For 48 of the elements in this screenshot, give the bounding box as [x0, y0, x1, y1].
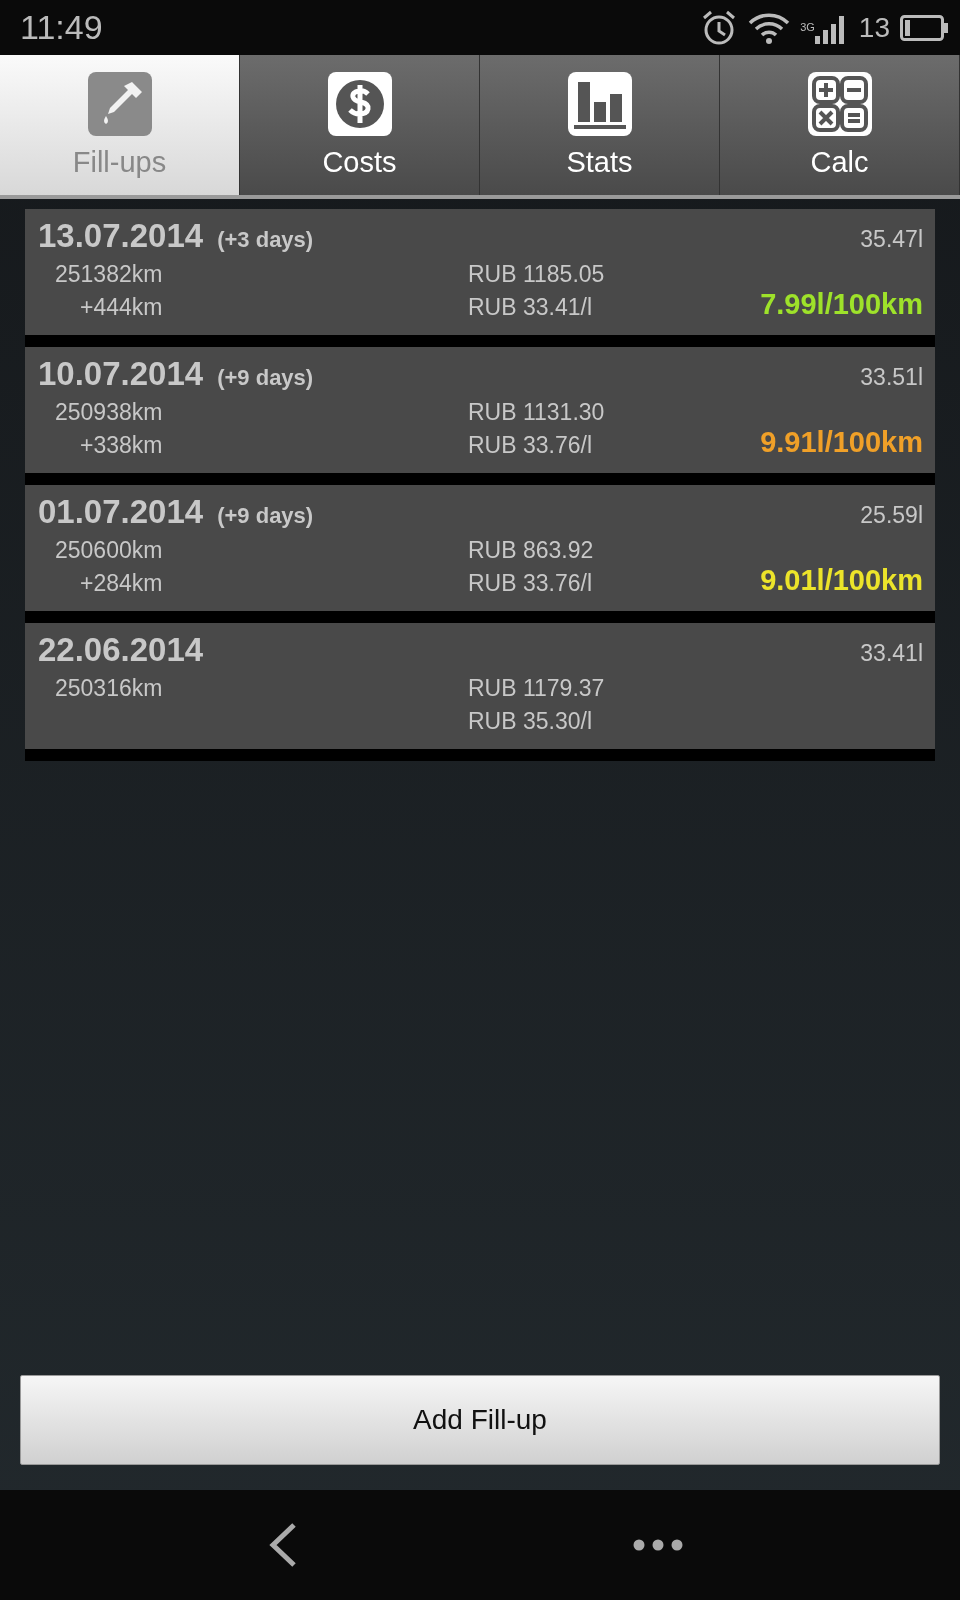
odometer-reading: 250938km	[55, 399, 164, 426]
back-icon[interactable]	[267, 1522, 298, 1568]
fuel-volume: 33.51l	[860, 364, 923, 391]
fill-up-date: 22.06.2014	[38, 631, 204, 669]
fill-up-date: 10.07.2014	[38, 355, 204, 393]
fuel-volume: 25.59l	[860, 502, 923, 529]
tab[interactable]: Calc	[720, 55, 960, 195]
add-fill-up-button[interactable]: Add Fill-up	[20, 1375, 940, 1465]
fill-up-card[interactable]: 01.07.2014 (+9 days) 25.59l 250600km +284km RUB 863.92 RUB 33.76/l 9.01l/100km	[25, 485, 935, 623]
distance-driven: +284km	[79, 570, 164, 597]
fuel-volume: 35.47l	[860, 226, 923, 253]
battery-level: 13	[858, 11, 890, 44]
days-since-last: (+9 days)	[217, 365, 314, 391]
tab[interactable]: Costs	[240, 55, 480, 195]
price-per-liter: RUB 35.30/l	[468, 708, 593, 735]
fill-up-date: 01.07.2014	[38, 493, 204, 531]
odometer-reading: 250316km	[55, 675, 164, 702]
total-cost: RUB 863.92	[468, 537, 594, 564]
fuel-consumption: 7.99l/100km	[760, 288, 923, 321]
odometer-reading: 250600km	[55, 537, 164, 564]
total-cost: RUB 1185.05	[468, 261, 605, 288]
fill-up-card[interactable]: 10.07.2014 (+9 days) 33.51l 250938km +338km RUB 1131.30 RUB 33.76/l 9.91l/100km	[25, 347, 935, 485]
days-since-last: (+3 days)	[217, 227, 314, 253]
dropper-icon	[87, 71, 152, 136]
calculator-icon	[807, 71, 872, 136]
fuel-volume: 33.41l	[860, 640, 923, 667]
odometer-reading: 251382km	[55, 261, 164, 288]
fill-up-card[interactable]: 22.06.2014 33.41l 250316km RUB 1179.37 RUB 35.30/l	[25, 623, 935, 761]
tab[interactable]: Stats	[480, 55, 720, 195]
more-icon[interactable]	[632, 1539, 683, 1551]
clock-time: 11:49	[20, 8, 103, 47]
total-cost: RUB 1179.37	[468, 675, 605, 702]
distance-driven: +338km	[79, 432, 164, 459]
fuel-consumption: 9.91l/100km	[760, 426, 923, 459]
battery-icon	[900, 14, 948, 41]
price-per-liter: RUB 33.76/l	[468, 570, 593, 597]
fill-up-date: 13.07.2014	[38, 217, 204, 255]
distance-driven: +444km	[79, 294, 164, 321]
dollar-icon	[327, 71, 392, 136]
total-cost: RUB 1131.30	[468, 399, 605, 426]
fill-up-card[interactable]: 13.07.2014 (+3 days) 35.47l 251382km +444km RUB 1185.05 RUB 33.41/l 7.99l/100km	[25, 209, 935, 347]
fuel-consumption: 9.01l/100km	[760, 564, 923, 597]
days-since-last: (+9 days)	[217, 503, 314, 529]
bar-chart-icon	[567, 71, 632, 136]
network-type: 3G	[800, 20, 815, 33]
wifi-icon	[748, 10, 791, 45]
price-per-liter: RUB 33.41/l	[468, 294, 593, 321]
price-per-liter: RUB 33.76/l	[468, 432, 593, 459]
